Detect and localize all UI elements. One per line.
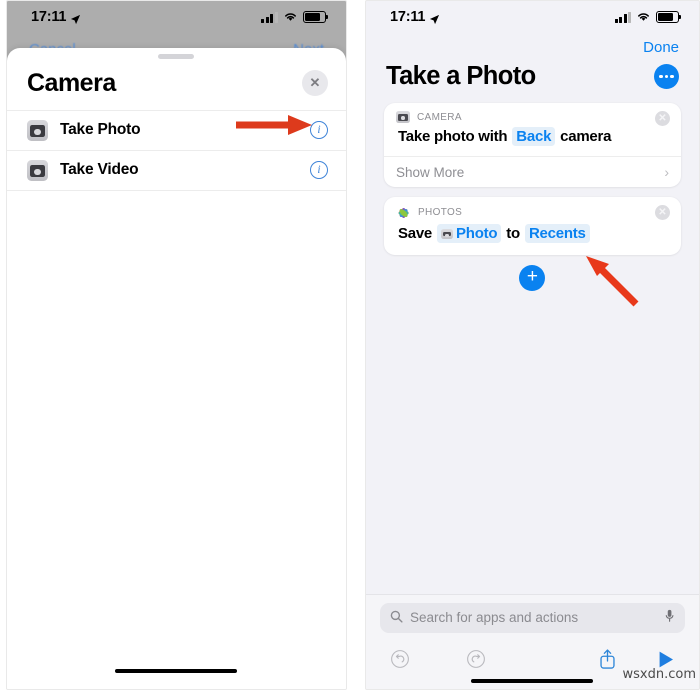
search-placeholder: Search for apps and actions (409, 610, 579, 625)
info-icon[interactable]: i (309, 121, 328, 139)
card-app-label: PHOTOS (417, 207, 463, 218)
home-indicator (115, 668, 238, 673)
add-action-button[interactable]: + (519, 265, 546, 291)
close-icon[interactable]: ✕ (655, 205, 670, 220)
share-button[interactable] (598, 648, 617, 670)
sheet-header: Camera ✕ (7, 59, 346, 110)
status-bar-left: 17:11 (31, 9, 81, 25)
show-more-button[interactable]: Show More › (383, 156, 681, 187)
action-text-part: Take photo with (397, 128, 508, 145)
info-icon[interactable]: i (309, 161, 328, 179)
battery-icon (302, 11, 329, 23)
location-arrow-icon (70, 12, 81, 24)
battery-icon (656, 11, 682, 23)
card-app-label: CAMERA (416, 111, 462, 123)
close-icon[interactable]: ✕ (655, 111, 670, 126)
list-item-take-video[interactable]: Take Video i (7, 151, 346, 191)
page-title: Take a Photo (385, 62, 536, 90)
status-bar-right (614, 9, 682, 25)
action-text-part: Save (397, 225, 433, 242)
camera-app-icon (27, 119, 48, 141)
right-phone-screen: 17:11 Done Take a Photo CAMERA ✕ Take ph… (364, 0, 700, 690)
sheet-title: Camera (27, 68, 116, 97)
left-status-bar: 17:11 (7, 1, 346, 33)
search-bar-container: Search for apps and actions (366, 595, 699, 641)
status-time: 17:11 (389, 9, 426, 25)
search-icon (390, 610, 403, 626)
cellular-signal-icon (614, 11, 631, 23)
chevron-right-icon: › (664, 164, 669, 180)
camera-app-icon (395, 111, 410, 123)
more-options-icon[interactable] (654, 64, 679, 89)
action-cards-list: CAMERA ✕ Take photo with Back camera Sho… (366, 103, 699, 291)
status-bar-right (261, 9, 329, 25)
action-text-part: camera (560, 128, 612, 145)
parameter-token-back-camera[interactable]: Back (512, 127, 556, 146)
undo-button[interactable] (390, 649, 410, 669)
list-item-label: Take Video (60, 161, 139, 178)
status-time: 17:11 (31, 9, 67, 25)
token-label: Photo (456, 225, 498, 242)
wifi-icon (636, 9, 651, 25)
shortcut-title-bar: Take a Photo (366, 56, 699, 103)
done-button[interactable]: Done (366, 33, 699, 56)
camera-glyph-icon (441, 228, 454, 239)
action-text-part: to (506, 225, 520, 242)
redo-button[interactable] (466, 649, 486, 669)
card-header: CAMERA ✕ (384, 103, 681, 126)
camera-app-icon (27, 159, 48, 181)
close-icon[interactable]: ✕ (301, 70, 328, 96)
show-more-label: Show More (395, 164, 465, 180)
action-card-photos[interactable]: PHOTOS ✕ Save Photo to Recents (383, 197, 681, 255)
status-bar-left: 17:11 (390, 9, 440, 25)
left-phone-screen: Cancel Next 17:11 (6, 0, 347, 690)
cellular-signal-icon (261, 11, 278, 23)
search-input[interactable]: Search for apps and actions (379, 602, 685, 633)
list-item-label: Take Photo (60, 121, 141, 138)
right-status-bar: 17:11 (366, 1, 699, 33)
action-card-camera[interactable]: CAMERA ✕ Take photo with Back camera Sho… (383, 103, 681, 187)
location-arrow-icon (429, 12, 440, 24)
run-button[interactable] (657, 650, 675, 669)
add-action-row: + (384, 265, 681, 291)
microphone-icon[interactable] (664, 609, 675, 626)
parameter-token-recents[interactable]: Recents (524, 224, 590, 243)
home-indicator (471, 678, 594, 683)
card-action-text: Take photo with Back camera (384, 125, 681, 156)
camera-actions-sheet: Camera ✕ Take Photo i Take Video i (7, 48, 346, 689)
photos-app-icon (396, 205, 411, 220)
card-header: PHOTOS ✕ (384, 197, 681, 222)
wifi-icon (283, 9, 298, 25)
parameter-token-photo[interactable]: Photo (437, 224, 502, 243)
watermark: wsxdn.com (622, 667, 697, 682)
screenshot-stage: Cancel Next 17:11 (0, 0, 700, 690)
card-action-text: Save Photo to Recents (384, 222, 681, 255)
camera-action-list: Take Photo i Take Video i (7, 109, 346, 191)
list-item-take-photo[interactable]: Take Photo i (7, 111, 346, 151)
